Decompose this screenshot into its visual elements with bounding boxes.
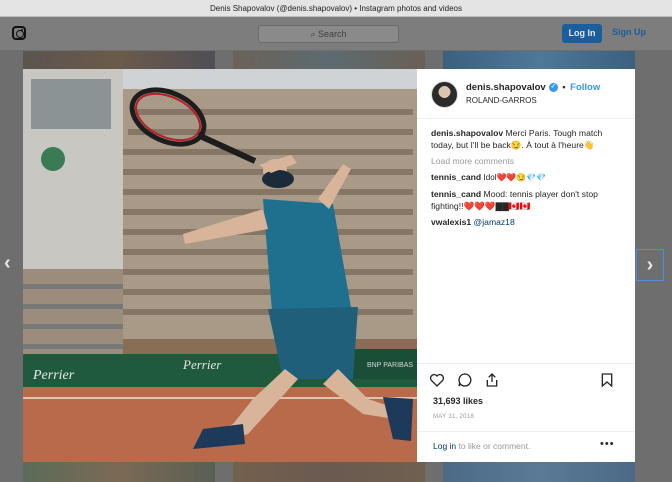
- bookmark-icon[interactable]: [599, 372, 615, 388]
- comment-item: vwalexis1 @jamaz18: [431, 216, 627, 228]
- sponsor-banner: Perrier: [32, 368, 75, 383]
- signup-link[interactable]: Sign Up: [612, 27, 646, 37]
- next-post-chevron-icon[interactable]: ›: [636, 249, 664, 281]
- sponsor-banner: BNP PARIBAS: [367, 362, 413, 369]
- previous-post-chevron-icon[interactable]: ‹: [4, 252, 11, 275]
- verified-badge-icon: ✓: [548, 82, 558, 92]
- comment-username[interactable]: tennis_cand: [431, 189, 481, 199]
- instagram-header: ⌕ Search Log In Sign Up: [0, 17, 672, 50]
- login-prompt: Log in to like or comment. •••: [417, 431, 635, 462]
- sponsor-banner: Perrier: [182, 357, 222, 372]
- comment-item: tennis_cand Mood: tennis player don't st…: [431, 188, 627, 212]
- post-header: denis.shapovalov ✓ • Follow ROLAND-GARROS: [417, 69, 635, 119]
- post-actions: 31,693 likes MAY 31, 2018 Log in to like…: [417, 363, 635, 461]
- caption-username[interactable]: denis.shapovalov: [431, 128, 503, 138]
- comment-icon[interactable]: [457, 372, 473, 388]
- login-link[interactable]: Log in: [433, 441, 456, 451]
- grid-photo[interactable]: [23, 51, 215, 69]
- post-modal: Perrier Perrier BNP PARIBAS denis.shapov…: [23, 69, 635, 462]
- search-input[interactable]: ⌕ Search: [258, 25, 399, 43]
- caption: denis.shapovalov Merci Paris. Tough matc…: [431, 127, 627, 151]
- comments-list: denis.shapovalov Merci Paris. Tough matc…: [431, 127, 627, 232]
- comment-username[interactable]: vwalexis1: [431, 217, 471, 227]
- comment-username[interactable]: tennis_cand: [431, 172, 481, 182]
- post-date: MAY 31, 2018: [433, 414, 475, 420]
- follow-button[interactable]: Follow: [570, 82, 600, 93]
- heart-icon[interactable]: [429, 372, 445, 388]
- login-button[interactable]: Log In: [562, 24, 602, 43]
- more-options-icon[interactable]: •••: [600, 438, 615, 450]
- comment-text: Idol❤️❤️😏💎💎: [483, 173, 547, 182]
- comment-item: tennis_cand Idol❤️❤️😏💎💎: [431, 171, 627, 184]
- login-prompt-text: to like or comment.: [456, 441, 531, 451]
- post-location[interactable]: ROLAND-GARROS: [466, 96, 537, 105]
- grid-photo[interactable]: [443, 462, 635, 482]
- share-icon[interactable]: [484, 372, 500, 388]
- grid-photo[interactable]: [233, 51, 425, 69]
- search-icon: ⌕: [310, 29, 318, 39]
- grid-photo[interactable]: [23, 462, 215, 482]
- separator-dot: •: [562, 82, 566, 92]
- grid-photo[interactable]: [443, 51, 635, 69]
- window-title: Denis Shapovalov (@denis.shapovalov) • I…: [0, 0, 672, 17]
- likes-count[interactable]: 31,693 likes: [433, 396, 483, 406]
- post-photo[interactable]: Perrier Perrier BNP PARIBAS: [23, 69, 417, 462]
- tennis-photo-illustration: Perrier Perrier BNP PARIBAS: [23, 69, 417, 462]
- post-details-panel: denis.shapovalov ✓ • Follow ROLAND-GARROS…: [417, 69, 635, 462]
- comment-text[interactable]: @jamaz18: [474, 217, 515, 227]
- post-username[interactable]: denis.shapovalov: [466, 82, 546, 93]
- avatar[interactable]: [431, 81, 458, 108]
- load-more-comments-link[interactable]: Load more comments: [431, 155, 627, 167]
- instagram-icon[interactable]: [12, 26, 26, 40]
- grid-photo[interactable]: [233, 462, 425, 482]
